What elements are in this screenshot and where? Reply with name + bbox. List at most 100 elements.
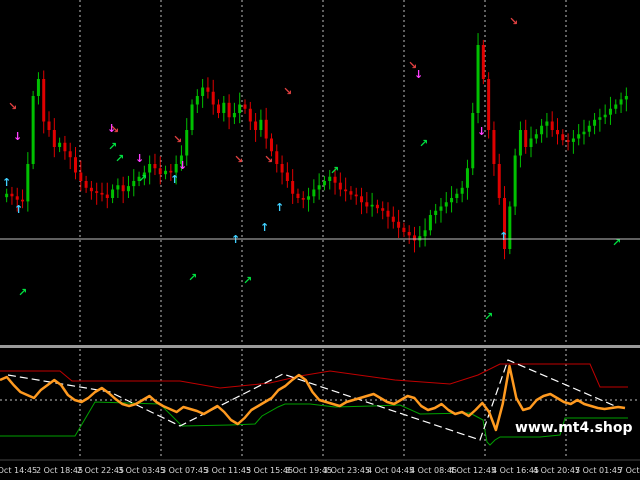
candle-body bbox=[375, 204, 379, 209]
candle-body bbox=[540, 125, 544, 135]
candle-body bbox=[465, 168, 469, 188]
candle-body bbox=[603, 114, 607, 118]
candle-body bbox=[349, 191, 353, 195]
time-axis-label: 2 Oct 14:45 bbox=[0, 466, 37, 475]
time-axis-label: 7 Oct 01:45 bbox=[575, 466, 622, 475]
candle-body bbox=[412, 235, 416, 241]
candle-body bbox=[582, 131, 586, 135]
candle-body bbox=[264, 119, 268, 139]
candle-body bbox=[280, 164, 284, 173]
time-axis-label: 3 Oct 23:45 bbox=[323, 466, 370, 475]
candle-body bbox=[577, 134, 581, 139]
candle-body bbox=[63, 142, 67, 152]
candle-body bbox=[100, 192, 104, 195]
candle-body bbox=[550, 121, 554, 130]
candle-body bbox=[10, 193, 14, 197]
candle-body bbox=[269, 138, 273, 152]
candle-body bbox=[195, 96, 199, 105]
candle-body bbox=[185, 130, 189, 156]
candle-body bbox=[15, 196, 19, 200]
signal-arrow-icon: ↗ bbox=[243, 274, 252, 287]
candle-body bbox=[31, 96, 35, 164]
candle-body bbox=[307, 196, 311, 200]
candle-body bbox=[105, 194, 109, 198]
signal-arrow-icon: ↘ bbox=[264, 153, 273, 166]
candle-body bbox=[460, 187, 464, 194]
candle-body bbox=[428, 215, 432, 231]
time-axis-label: 7 Oct 0 bbox=[618, 466, 640, 475]
signal-arrow-icon: ↓ bbox=[477, 125, 486, 138]
candle-body bbox=[608, 108, 612, 115]
signal-arrow-icon: ↗ bbox=[188, 271, 197, 284]
candle-body bbox=[42, 79, 46, 122]
candle-body bbox=[243, 104, 247, 109]
time-axis-label: 2 Oct 22:45 bbox=[77, 466, 124, 475]
candle-body bbox=[89, 187, 93, 192]
candle-body bbox=[153, 164, 157, 169]
time-axis-label: 3 Oct 07:45 bbox=[161, 466, 208, 475]
signal-arrow-icon: ↓ bbox=[13, 130, 22, 143]
candle-body bbox=[248, 108, 252, 122]
candle-body bbox=[227, 102, 231, 118]
time-axis-label: 4 Oct 20:45 bbox=[533, 466, 580, 475]
candle-body bbox=[487, 79, 491, 130]
candle-body bbox=[423, 230, 427, 237]
chart-window[interactable]: ↘↓↑↑↗↘↓↗↗↓↗↘↓↑↗↘↗↑↑↘↑↘↗↘↓↗↓↑↗↘↗ 2 Oct 14… bbox=[0, 0, 640, 480]
candle-body bbox=[36, 79, 40, 96]
candle-body bbox=[598, 117, 602, 120]
candle-body bbox=[593, 119, 597, 126]
candle-body bbox=[238, 104, 242, 113]
signal-arrow-icon: ↑ bbox=[260, 221, 269, 234]
candle-body bbox=[624, 96, 628, 100]
candle-body bbox=[217, 104, 221, 113]
candle-body bbox=[222, 102, 226, 113]
candle-body bbox=[513, 155, 517, 207]
candle-body bbox=[190, 104, 194, 130]
candle-body bbox=[79, 172, 83, 181]
candle-body bbox=[365, 202, 369, 207]
candle-body bbox=[518, 130, 522, 156]
candle-body bbox=[291, 181, 295, 194]
signal-arrow-icon: ↑ bbox=[2, 176, 11, 189]
candle-body bbox=[301, 198, 305, 200]
candle-body bbox=[614, 104, 618, 109]
candle-body bbox=[52, 130, 56, 147]
signal-arrow-icon: ↑ bbox=[499, 230, 508, 243]
candle-body bbox=[206, 87, 210, 92]
candle-body bbox=[571, 138, 575, 142]
signal-arrow-icon: ↘ bbox=[173, 133, 182, 146]
candle-body bbox=[132, 181, 136, 187]
candle-body bbox=[164, 170, 168, 175]
candle-body bbox=[328, 176, 332, 181]
signal-arrow-icon: ↗ bbox=[138, 172, 147, 185]
candle-body bbox=[111, 189, 115, 198]
candle-body bbox=[5, 193, 9, 198]
signal-arrow-icon: ↓ bbox=[135, 152, 144, 165]
candle-body bbox=[418, 236, 422, 241]
candle-body bbox=[322, 181, 326, 186]
candle-body bbox=[492, 130, 496, 164]
candle-body bbox=[619, 99, 623, 105]
pane-separator[interactable] bbox=[0, 345, 640, 348]
candle-body bbox=[391, 216, 395, 222]
candle-body bbox=[95, 191, 99, 193]
signal-arrow-icon: ↓ bbox=[414, 68, 423, 81]
candle-body bbox=[354, 194, 358, 197]
candle-body bbox=[26, 164, 30, 202]
signal-arrow-icon: ↗ bbox=[419, 137, 428, 150]
candle-body bbox=[439, 206, 443, 211]
candle-body bbox=[312, 189, 316, 197]
watermark-text: www.mt4.shop bbox=[515, 420, 633, 436]
candle-body bbox=[317, 185, 321, 190]
candle-body bbox=[344, 189, 348, 192]
candle-body bbox=[211, 91, 215, 105]
candle-body bbox=[555, 130, 559, 135]
signal-arrow-icon: ↗ bbox=[612, 236, 621, 249]
chart-background bbox=[0, 0, 640, 480]
candle-body bbox=[587, 125, 591, 132]
signal-arrow-icon: ↘ bbox=[234, 153, 243, 166]
candle-body bbox=[360, 196, 364, 203]
candle-body bbox=[397, 221, 401, 228]
candle-body bbox=[68, 151, 72, 158]
signal-arrow-icon: ↗ bbox=[484, 310, 493, 323]
